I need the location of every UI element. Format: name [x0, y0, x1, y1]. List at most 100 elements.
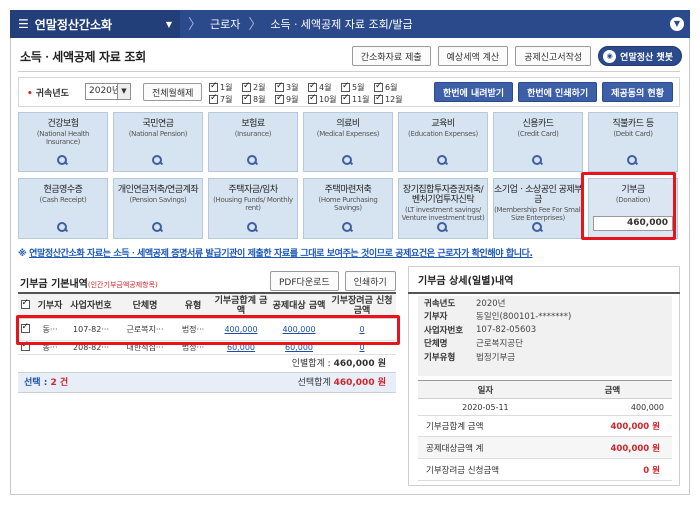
month-checkbox-10[interactable]: 10월: [308, 93, 341, 105]
highlight-box-first-row: [16, 315, 400, 345]
year-select[interactable]: 2020년 ▼: [85, 83, 131, 100]
month-checkbox-5[interactable]: 5월: [341, 81, 374, 93]
tile-insurance[interactable]: 보험료 (Insurance): [208, 112, 298, 172]
month-checkbox-4[interactable]: 4월: [308, 81, 341, 93]
print-all-button[interactable]: 한번에 인쇄하기: [518, 82, 598, 102]
checkbox-icon[interactable]: [275, 81, 284, 92]
selected-total: 선택합계 460,000 원: [297, 378, 386, 388]
breadcrumb-separator-icon: 〉: [188, 17, 202, 33]
tile-national-pension[interactable]: 국민연금 (National Pension): [113, 112, 203, 172]
tile-debit-card[interactable]: 직불카드 등 (Debit Card): [588, 112, 678, 172]
chatbot-button[interactable]: ◉ 연말정산 챗봇: [598, 46, 682, 66]
tile-lt-investment[interactable]: 장기집합투자증권저축/벤처기업투자신탁 (LT investment saving…: [398, 178, 488, 239]
tile-small-enterprise-fee[interactable]: 소기업ㆍ소상공인 공제부금 (Membership Fee For Small S…: [493, 178, 583, 239]
consent-status-button[interactable]: 제공동의 현황: [602, 82, 673, 102]
main-menu-button[interactable]: ☰ 연말정산간소화 ▼: [10, 10, 180, 38]
month-checkbox-1[interactable]: 1월: [209, 81, 242, 93]
checkbox-icon[interactable]: [308, 93, 317, 104]
detail-row-organization: 단체명 근로복지공단: [424, 339, 523, 350]
month-checkbox-9[interactable]: 9월: [275, 93, 308, 105]
table-row: 2020-05-11 400,000: [418, 398, 672, 416]
total-deductible-amount: 공제대상금액 계 400,000 원: [418, 437, 672, 459]
magnifier-icon[interactable]: [57, 222, 67, 232]
checkbox-icon[interactable]: [374, 81, 383, 92]
tile-pension-savings[interactable]: 개인연금저축/연금계좌 (Pension Savings): [113, 178, 203, 239]
magnifier-icon[interactable]: [342, 222, 352, 232]
breadcrumb: 〉 근로자 〉 소득ㆍ세액공제 자료 조회/발급: [180, 10, 413, 38]
magnifier-icon[interactable]: [627, 155, 637, 165]
detail-row-year: 귀속년도 2020년: [424, 298, 506, 309]
tile-education-expenses[interactable]: 교육비 (Education Expenses): [398, 112, 488, 172]
download-all-button[interactable]: 한번에 내려받기: [433, 82, 514, 102]
magnifier-icon[interactable]: [437, 155, 447, 165]
tile-housing-funds[interactable]: 주택자금/임차 (Housing Funds/ Monthly rent): [208, 178, 298, 239]
bullet-icon: •: [27, 89, 33, 99]
year-filter-row: •귀속년도 2020년▼ 전체월해제 1월 2월 3월 4월 5월 6월 7월 …: [18, 77, 680, 107]
daily-detail-table: 일자 금액 2020-05-11 400,000: [418, 380, 672, 416]
month-checkbox-11[interactable]: 11월: [341, 93, 374, 105]
pdf-download-button[interactable]: PDF다운로드: [270, 271, 339, 291]
magnifier-icon[interactable]: [532, 155, 542, 165]
magnifier-icon[interactable]: [152, 222, 162, 232]
checkbox-icon[interactable]: [209, 93, 218, 104]
month-checkbox-12[interactable]: 12월: [374, 93, 407, 105]
column-header-amount: 금액: [552, 380, 672, 399]
magnifier-icon[interactable]: [247, 155, 257, 165]
highlight-box-donation-tile: [581, 172, 676, 240]
magnifier-icon[interactable]: [532, 222, 542, 232]
checkbox-icon[interactable]: [242, 93, 251, 104]
magnifier-icon[interactable]: [437, 222, 447, 232]
page-title: 소득ㆍ세액공제 자료 조회: [20, 50, 146, 64]
month-checkbox-6[interactable]: 6월: [374, 81, 407, 93]
month-checkbox-7[interactable]: 7월: [209, 93, 242, 105]
detail-row-donor: 기부자 동일인(800101-*******): [424, 312, 572, 323]
menu-label: 연말정산간소화: [34, 17, 113, 32]
donation-summary-buttons: PDF다운로드 인쇄하기: [270, 271, 396, 291]
select-all-checkbox[interactable]: [20, 298, 30, 309]
magnifier-icon[interactable]: [247, 222, 257, 232]
checkbox-icon[interactable]: [308, 81, 317, 92]
detail-row-type: 기부유형 법정기부금: [424, 352, 516, 363]
detail-row-business-number: 사업자번호 107-82-05603: [424, 324, 537, 336]
tile-health-insurance[interactable]: 건강보험 (National Health Insurance): [18, 112, 108, 172]
checkbox-icon[interactable]: [242, 81, 251, 92]
tile-cash-receipt[interactable]: 현금영수증 (Cash Receipt): [18, 178, 108, 239]
month-checkbox-3[interactable]: 3월: [275, 81, 308, 93]
hamburger-icon: ☰: [18, 17, 29, 31]
total-donation-amount: 기부금합계 금액 400,000 원: [418, 415, 672, 437]
tax-estimate-button[interactable]: 예상세액 계산: [437, 46, 509, 66]
tile-credit-card[interactable]: 신용카드 (Credit Card): [493, 112, 583, 172]
magnifier-icon[interactable]: [57, 155, 67, 165]
tile-home-purchasing-savings[interactable]: 주택마련저축 (Home Purchasing Savings): [303, 178, 393, 239]
checkbox-icon[interactable]: [275, 93, 284, 104]
checkbox-icon[interactable]: [209, 81, 218, 92]
magnifier-icon[interactable]: [152, 155, 162, 165]
notice-text: ※ 연말정산간소화 자료는 소득ㆍ세액공제 증명서류 발급기관이 제출한 자료를…: [18, 249, 533, 259]
checkbox-icon[interactable]: [341, 93, 350, 104]
selected-count: 선택 : 2 건: [24, 378, 69, 388]
deduction-form-button[interactable]: 공제신고서작성: [515, 46, 592, 66]
top-navigation-bar: ☰ 연말정산간소화 ▼ 〉 근로자 〉 소득ㆍ세액공제 자료 조회/발급 ▼: [10, 10, 690, 38]
detail-title-underline: [408, 292, 680, 294]
donation-detail-title: 기부금 상세(일별)내역: [418, 276, 514, 287]
month-checkbox-2[interactable]: 2월: [242, 81, 275, 93]
tile-medical-expenses[interactable]: 의료비 (Medical Expenses): [303, 112, 393, 172]
column-header-date: 일자: [418, 380, 553, 399]
donation-summary-title: 기부금 기본내역(인간기부금액공제항목): [20, 279, 158, 290]
toggle-all-months-button[interactable]: 전체월해제: [143, 83, 203, 101]
submit-data-button[interactable]: 간소화자료 제출: [351, 46, 431, 66]
month-checkbox-grid: 1월 2월 3월 4월 5월 6월 7월 8월 9월 10월 11월 12월: [209, 81, 407, 105]
dropdown-arrow-icon: ▼: [117, 84, 130, 99]
chatbot-label: 연말정산 챗봇: [620, 52, 673, 63]
checkbox-icon[interactable]: [374, 93, 383, 104]
breadcrumb-item-current[interactable]: 소득ㆍ세액공제 자료 조회/발급: [270, 16, 412, 32]
magnifier-icon[interactable]: [342, 155, 352, 165]
donation-detail-info: 귀속년도 2020년 기부자 동일인(800101-*******) 사업자번호 10…: [418, 296, 672, 376]
print-button[interactable]: 인쇄하기: [344, 271, 396, 291]
per-person-total: 인별합계 : 460,000 원: [18, 355, 396, 373]
month-checkbox-8[interactable]: 8월: [242, 93, 275, 105]
checkbox-icon[interactable]: [341, 81, 350, 92]
chevron-down-icon[interactable]: ▼: [670, 17, 684, 31]
selection-summary: 선택 : 2 건 선택합계 460,000 원: [18, 373, 396, 393]
breadcrumb-item-worker[interactable]: 근로자: [210, 16, 240, 32]
